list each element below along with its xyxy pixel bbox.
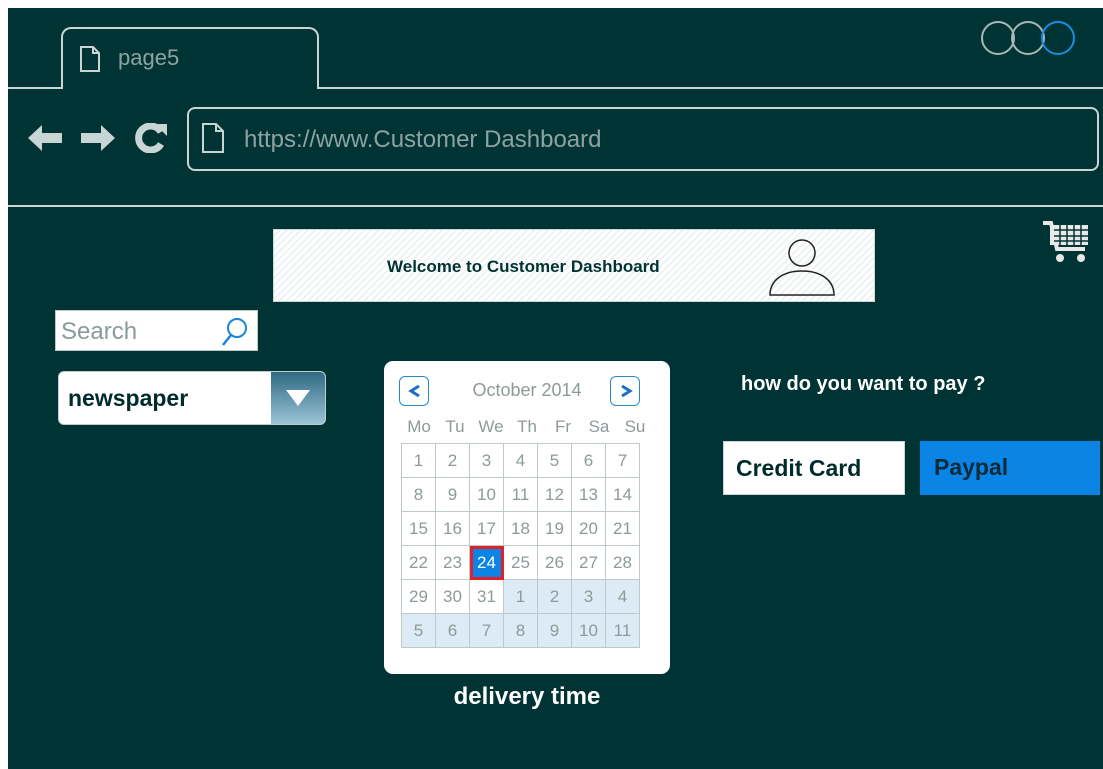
paypal-button[interactable]: Paypal [920, 441, 1100, 495]
calendar-day-next-month[interactable]: 9 [537, 613, 572, 648]
chevron-down-icon [286, 390, 310, 406]
calendar-day-next-month[interactable]: 4 [605, 579, 640, 614]
user-icon[interactable] [762, 237, 842, 302]
credit-card-label: Credit Card [736, 455, 862, 481]
calendar-day-selected[interactable]: 24 [469, 545, 504, 580]
calendar-day[interactable]: 28 [605, 545, 640, 580]
calendar-day[interactable]: 18 [503, 511, 538, 546]
calendar-day-next-month[interactable]: 3 [571, 579, 606, 614]
calendar-day[interactable]: 17 [469, 511, 504, 546]
calendar-day[interactable]: 22 [401, 545, 436, 580]
calendar-day[interactable]: 19 [537, 511, 572, 546]
calendar-day[interactable]: 15 [401, 511, 436, 546]
calendar-week: 22 23 24 25 26 27 28 [401, 545, 640, 580]
nav-bar-divider [8, 205, 1103, 207]
dropdown-toggle-button[interactable] [271, 372, 325, 424]
calendar-day[interactable]: 3 [469, 443, 504, 478]
next-month-button[interactable] [610, 376, 640, 406]
calendar-day[interactable]: 7 [605, 443, 640, 478]
tab-label: page5 [118, 45, 180, 70]
forward-arrow-icon[interactable] [81, 125, 115, 156]
window-maximize-button[interactable] [1011, 21, 1045, 55]
calendar-day[interactable]: 21 [605, 511, 640, 546]
calendar-day[interactable]: 12 [537, 477, 572, 512]
paypal-label: Paypal [934, 454, 1009, 480]
search-icon[interactable] [220, 317, 248, 352]
credit-card-button[interactable]: Credit Card [723, 441, 905, 495]
address-bar[interactable]: https://www.Customer Dashboard [187, 107, 1099, 171]
calendar-day[interactable]: 25 [503, 545, 538, 580]
calendar-day-next-month[interactable]: 10 [571, 613, 606, 648]
calendar-day-next-month[interactable]: 1 [503, 579, 538, 614]
category-selected-value: newspaper [68, 385, 189, 411]
calendar-day-next-month[interactable]: 5 [401, 613, 436, 648]
calendar-day[interactable]: 14 [605, 477, 640, 512]
chevron-right-icon [621, 384, 633, 398]
weekday-label: Th [517, 417, 537, 436]
calendar-week: 29 30 31 1 2 3 4 [401, 579, 640, 614]
tab-page5[interactable]: page5 [61, 27, 319, 89]
calendar-day[interactable]: 31 [469, 579, 504, 614]
search-input[interactable]: Search [55, 310, 258, 351]
weekday-label: Tu [445, 417, 465, 436]
calendar-day[interactable]: 6 [571, 443, 606, 478]
weekday-label: Su [624, 417, 646, 436]
calendar-grid: 1 2 3 4 5 6 7 8 9 10 11 12 13 14 15 16 1… [401, 443, 640, 648]
window-close-button[interactable] [1041, 21, 1075, 55]
calendar-day[interactable]: 27 [571, 545, 606, 580]
page-icon [202, 123, 224, 158]
cart-icon[interactable] [1041, 217, 1091, 270]
calendar-week: 8 9 10 11 12 13 14 [401, 477, 640, 512]
calendar-day[interactable]: 4 [503, 443, 538, 478]
calendar-week: 1 2 3 4 5 6 7 [401, 443, 640, 478]
calendar-day-next-month[interactable]: 7 [469, 613, 504, 648]
calendar-day[interactable]: 16 [435, 511, 470, 546]
page-icon [80, 46, 100, 77]
calendar-day-next-month[interactable]: 11 [605, 613, 640, 648]
calendar-day[interactable]: 29 [401, 579, 436, 614]
calendar-day[interactable]: 10 [469, 477, 504, 512]
calendar-day[interactable]: 30 [435, 579, 470, 614]
calendar-day-next-month[interactable]: 2 [537, 579, 572, 614]
window-minimize-button[interactable] [981, 21, 1015, 55]
calendar-week: 15 16 17 18 19 20 21 [401, 511, 640, 546]
calendar-day[interactable]: 8 [401, 477, 436, 512]
welcome-banner: Welcome to Customer Dashboard [273, 229, 875, 302]
calendar-day-next-month[interactable]: 6 [435, 613, 470, 648]
back-arrow-icon[interactable] [28, 125, 62, 156]
search-placeholder: Search [61, 318, 138, 345]
calendar-day[interactable]: 11 [503, 477, 538, 512]
calendar-day-next-month[interactable]: 8 [503, 613, 538, 648]
calendar-day[interactable]: 2 [435, 443, 470, 478]
calendar-day[interactable]: 23 [435, 545, 470, 580]
welcome-title: Welcome to Customer Dashboard [387, 257, 660, 276]
weekday-label: Mo [407, 417, 431, 436]
calendar-day[interactable]: 5 [537, 443, 572, 478]
browser-window: page5 https://www.Customer Dashboard Wel… [8, 8, 1103, 769]
url-text: https://www.Customer Dashboard [244, 126, 602, 153]
calendar-day[interactable]: 1 [401, 443, 436, 478]
calendar-week: 5 6 7 8 9 10 11 [401, 613, 640, 648]
refresh-icon[interactable] [135, 122, 167, 158]
calendar-day[interactable]: 13 [571, 477, 606, 512]
date-picker[interactable]: October 2014 Mo Tu We Th Fr Sa Su 1 2 3 … [384, 361, 670, 674]
calendar-day[interactable]: 9 [435, 477, 470, 512]
payment-question: how do you want to pay ? [741, 373, 986, 395]
weekday-label: We [478, 417, 504, 436]
calendar-day[interactable]: 20 [571, 511, 606, 546]
calendar-day[interactable]: 26 [537, 545, 572, 580]
weekday-label: Fr [554, 417, 572, 436]
weekday-label: Sa [588, 417, 610, 436]
category-select[interactable]: newspaper [58, 371, 326, 425]
delivery-time-label: delivery time [453, 683, 601, 710]
